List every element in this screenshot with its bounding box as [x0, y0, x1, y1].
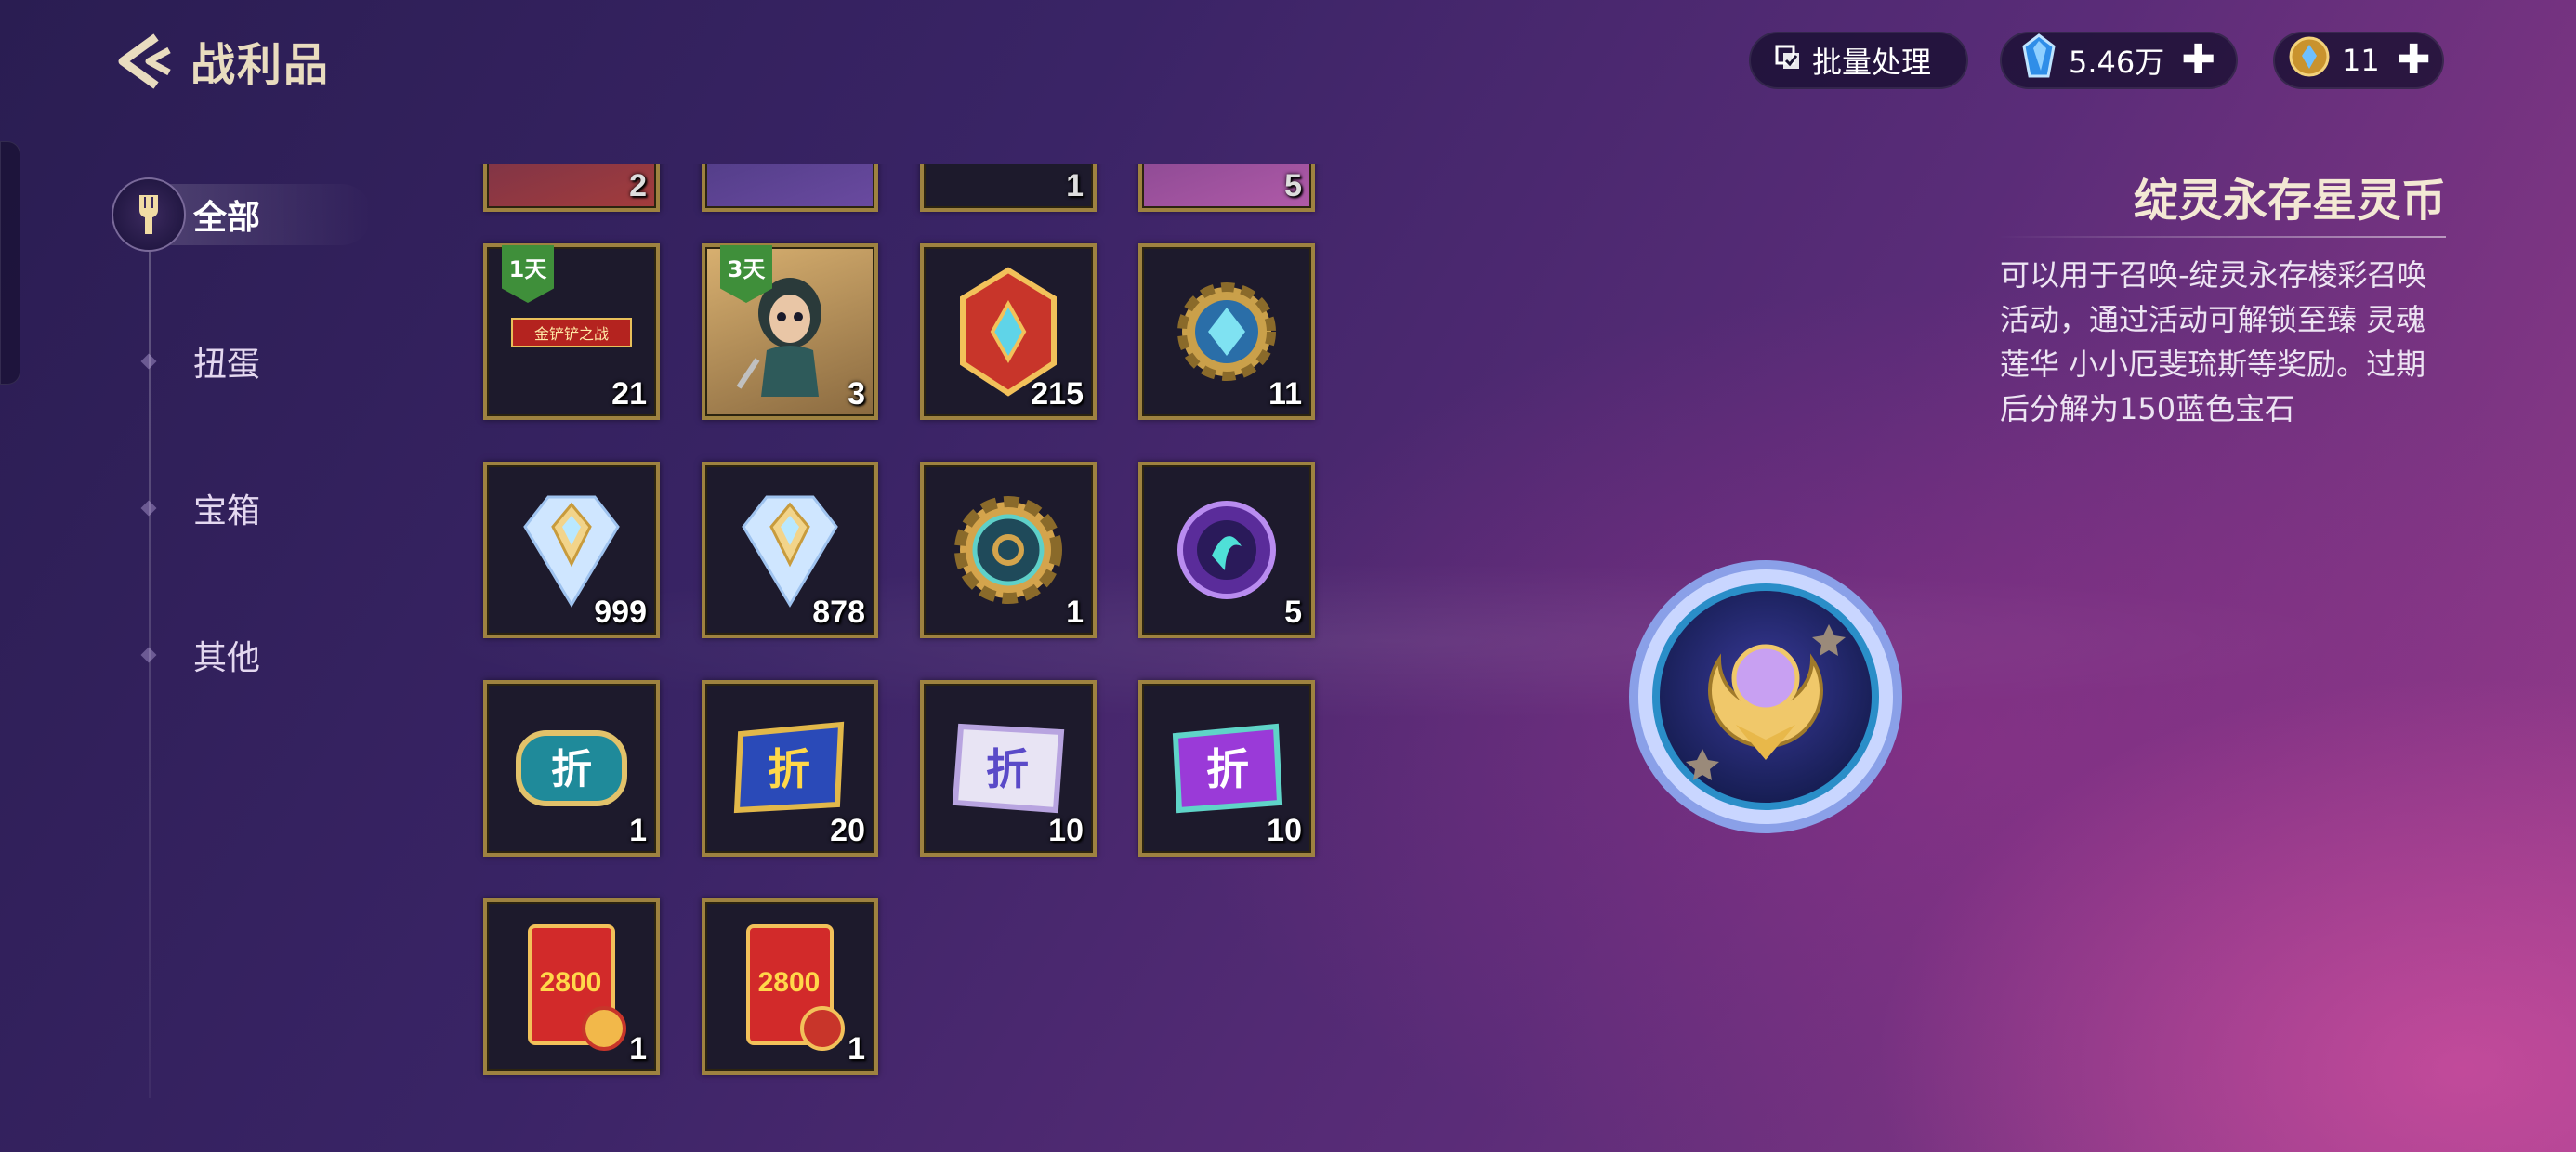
battle-pass-banner: 金铲铲之战 [511, 318, 632, 347]
grid-item[interactable]: 1 [920, 164, 1097, 212]
add-gems-button[interactable]: ✚ [2181, 40, 2215, 81]
svg-text:折: 折 [1206, 744, 1249, 794]
coins-value: 11 [2342, 43, 2380, 78]
add-coins-button[interactable]: ✚ [2397, 40, 2431, 81]
sidebar-item-label: 扭蛋 [193, 346, 261, 384]
grid-item[interactable] [702, 164, 878, 212]
spirit-orb-icon [1151, 475, 1302, 625]
grid-item-champion-card[interactable]: 3天 3 [702, 243, 878, 420]
grid-item-coupon-blue[interactable]: 折 20 [702, 680, 878, 857]
svg-text:折: 折 [551, 746, 592, 793]
red-envelope-icon: 2800 [496, 911, 647, 1062]
batch-label: 批量处理 [1812, 45, 1932, 80]
item-count: 10 [1048, 813, 1084, 848]
batch-icon [1775, 43, 1801, 78]
gear-medal-icon [933, 475, 1084, 625]
item-count: 5 [1284, 168, 1302, 203]
grid-item-diamond[interactable]: 999 [483, 462, 660, 638]
item-count: 1 [1066, 595, 1084, 630]
title-divider [1998, 236, 2446, 238]
sidebar-item-gacha[interactable]: 扭蛋 [112, 329, 260, 394]
grid-item[interactable]: 2 [483, 164, 660, 212]
sidebar-item-chest[interactable]: 宝箱 [112, 476, 260, 541]
coins-currency[interactable]: 11 ✚ [2273, 32, 2444, 89]
item-count: 21 [611, 376, 647, 412]
grid-item[interactable]: 5 [1138, 164, 1315, 212]
gems-value: 5.46万 [2069, 45, 2165, 80]
page-title: 战利品 [191, 39, 331, 91]
item-count: 10 [1267, 813, 1302, 848]
diamond-bullet-icon [140, 353, 157, 370]
item-description: 可以用于召唤-绽灵永存棱彩召唤活动，通过活动可解锁至臻 灵魂莲华 小小厄斐琉斯等… [2000, 257, 2427, 426]
svg-text:折: 折 [768, 744, 810, 794]
gems-currency[interactable]: 5.46万 ✚ [2000, 32, 2238, 89]
back-arrow-icon[interactable] [113, 32, 178, 91]
blue-gem-icon [2020, 33, 2057, 87]
star-guardian-coin-icon [1617, 539, 1914, 855]
grid-item-spirit-orb[interactable]: 5 [1138, 462, 1315, 638]
item-count: 11 [1268, 376, 1302, 412]
item-count: 215 [1031, 376, 1084, 412]
grid-item-coupon-purple[interactable]: 折 10 [1138, 680, 1315, 857]
side-drawer-tab[interactable] [0, 141, 20, 385]
diamond-bullet-icon [140, 500, 157, 517]
red-envelope-icon: 2800 [715, 911, 865, 1062]
grid-item-gear-medal[interactable]: 1 [920, 462, 1097, 638]
grid-item-battle-pass[interactable]: 1天 金铲铲之战 21 [483, 243, 660, 420]
grid-item-red-token[interactable]: 215 [920, 243, 1097, 420]
svg-text:折: 折 [986, 744, 1029, 794]
grid-item-red-envelope[interactable]: 2800 1 [483, 898, 660, 1075]
discount-coupon-icon: 折 [496, 693, 647, 844]
item-count: 999 [594, 595, 647, 630]
duration-badge: 1天 [502, 245, 554, 303]
sidebar-item-label: 其他 [193, 639, 261, 677]
item-count: 1 [848, 1031, 865, 1067]
item-count: 2 [629, 168, 647, 203]
item-count: 5 [1284, 595, 1302, 630]
grid-item-coupon-teal[interactable]: 折 1 [483, 680, 660, 857]
svg-text:2800: 2800 [540, 967, 602, 998]
sidebar-item-label: 全部 [193, 199, 261, 237]
item-count: 878 [812, 595, 865, 630]
grid-item-red-envelope-2[interactable]: 2800 1 [702, 898, 878, 1075]
batch-process-button[interactable]: 批量处理 [1749, 32, 1968, 89]
item-description-scroll[interactable]: 可以用于召唤-绽灵永存棱彩召唤活动，通过活动可解锁至臻 灵魂莲华 小小厄斐琉斯等… [2000, 253, 2455, 452]
sidebar-item-other[interactable]: 其他 [112, 622, 260, 687]
sidebar-item-all[interactable]: 全部 [112, 177, 260, 252]
loot-grid[interactable]: 2 1 5 1天 金铲铲之战 21 3天 3 215 11 999 878 1 … [465, 164, 1357, 1093]
item-count: 1 [1066, 168, 1084, 203]
item-count: 1 [629, 813, 647, 848]
grid-item-coupon-silver[interactable]: 折 10 [920, 680, 1097, 857]
grid-item-diamond-2[interactable]: 878 [702, 462, 878, 638]
spatula-icon [112, 177, 186, 252]
item-count: 1 [629, 1031, 647, 1067]
gold-coin-icon [2288, 35, 2331, 85]
svg-text:2800: 2800 [758, 967, 821, 998]
item-count: 20 [830, 813, 865, 848]
sidebar-item-label: 宝箱 [193, 492, 261, 530]
diamond-bullet-icon [140, 647, 157, 663]
item-count: 3 [848, 376, 865, 412]
grid-item-blue-gear[interactable]: 11 [1138, 243, 1315, 420]
item-detail-title: 绽灵永存星灵币 [2133, 175, 2446, 227]
